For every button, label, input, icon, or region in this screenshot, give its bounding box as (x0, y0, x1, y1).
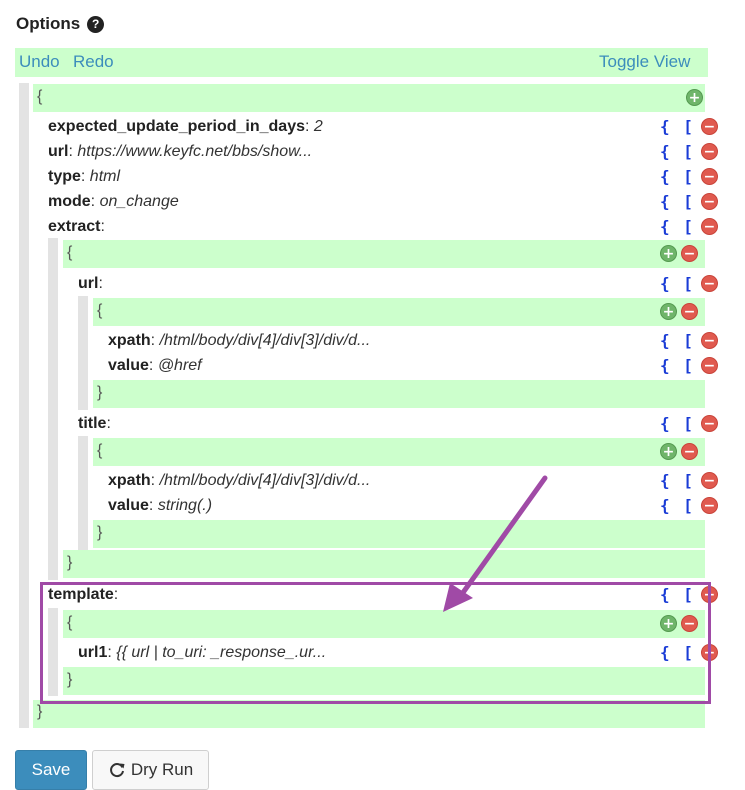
refresh-icon (109, 763, 125, 778)
dry-run-label: Dry Run (130, 760, 194, 779)
annotation-arrow-icon (443, 475, 548, 612)
dry-run-button[interactable]: Dry Run (92, 750, 209, 790)
save-button[interactable]: Save (15, 750, 87, 790)
